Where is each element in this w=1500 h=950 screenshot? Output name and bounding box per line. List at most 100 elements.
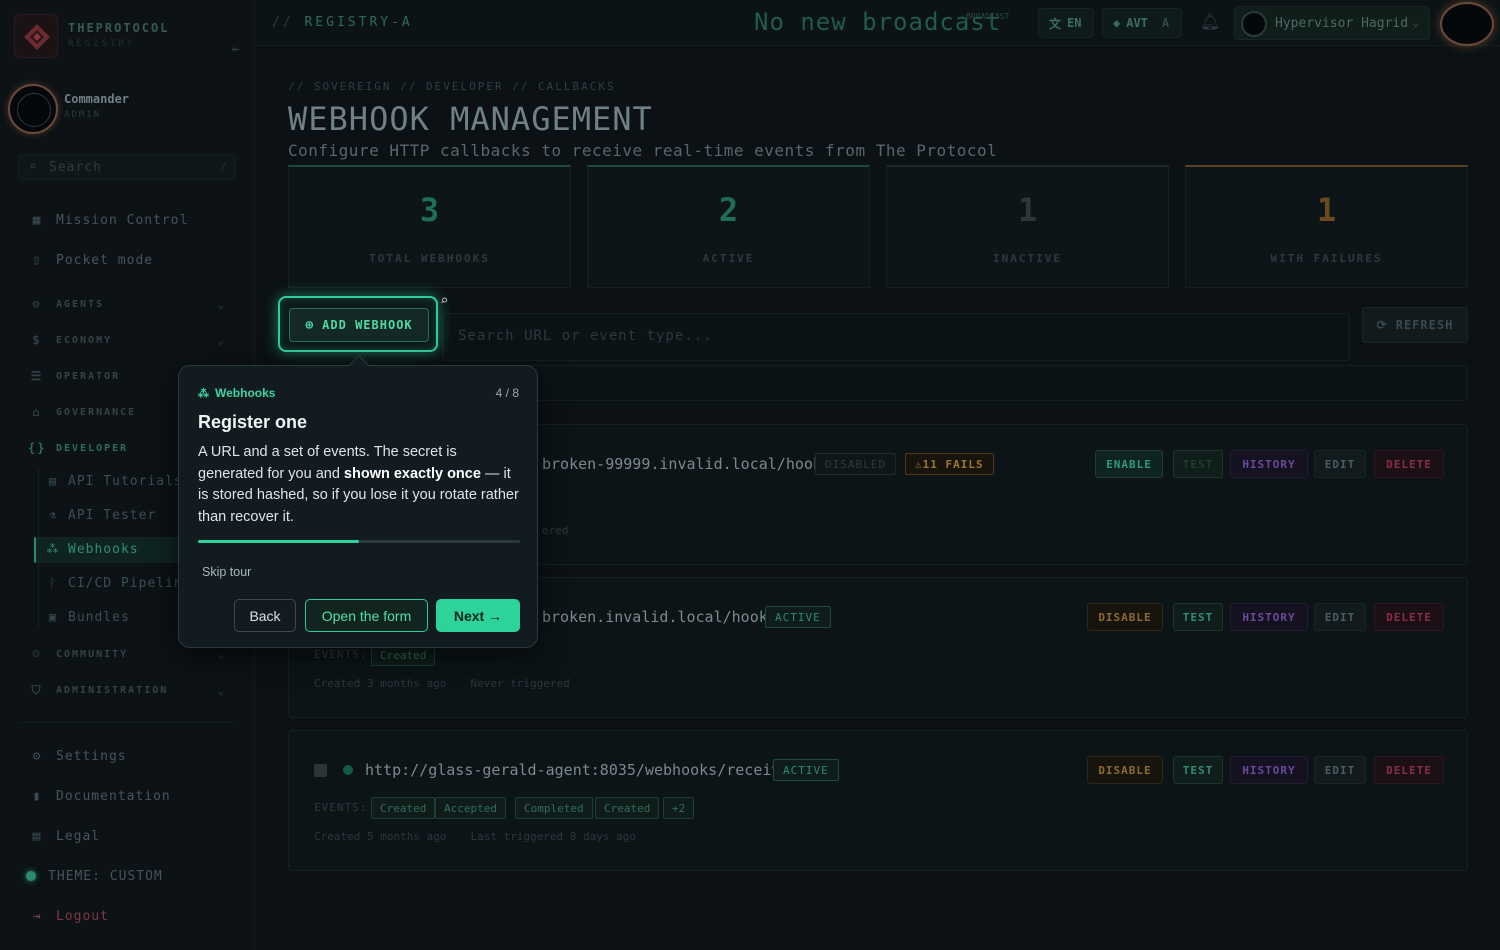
sidebar-item-legal[interactable]: ▤ Legal (28, 826, 100, 846)
sidebar-item-pocket-mode[interactable]: ▯ Pocket mode (28, 250, 153, 270)
operator-menu[interactable]: Hypervisor Hagrid ⌄ (1234, 6, 1430, 40)
plus-circle-icon: ⊕ (305, 317, 315, 333)
sidebar-divider (18, 722, 236, 723)
broadcast-tag: BROADCAST (966, 12, 1010, 21)
sidebar-item-documentation[interactable]: ▮ Documentation (28, 786, 171, 806)
tour-section: ⁂ Webhooks (198, 386, 275, 400)
status-dot-icon (343, 765, 353, 775)
page-title: WEBHOOK MANAGEMENT (288, 100, 653, 138)
status-badge: DISABLED (815, 453, 896, 475)
sidebar-item-bundles[interactable]: ▣ Bundles (46, 607, 130, 627)
bell-icon[interactable]: 🔔︎ (1200, 12, 1220, 31)
breadcrumb: // SOVEREIGN // DEVELOPER // CALLBACKS (288, 80, 616, 93)
sidebar-search-input[interactable]: ⌕ Search / (18, 154, 236, 180)
test-button[interactable]: TEST (1173, 756, 1223, 784)
event-chip: Created (371, 797, 436, 819)
disable-button[interactable]: DISABLE (1087, 756, 1163, 784)
dollar-icon: $ (32, 333, 42, 347)
user-role: ADMIN (64, 110, 102, 120)
refresh-button[interactable]: ⟳ REFRESH (1362, 307, 1468, 343)
status-badge: ACTIVE (773, 759, 839, 781)
brand[interactable]: THEPROTOCOL REGISTRY ⇤ (14, 14, 240, 58)
delete-button[interactable]: DELETE (1374, 450, 1444, 478)
stat-active: 2 ACTIVE (587, 165, 870, 288)
user-card[interactable]: Commander ADMIN (8, 80, 248, 136)
sidebar-item-webhooks[interactable]: ⁂ Webhooks (46, 539, 139, 559)
delete-button[interactable]: DELETE (1374, 756, 1444, 784)
stat-label: WITH FAILURES (1270, 252, 1383, 265)
language-button[interactable]: 文 EN (1038, 8, 1094, 38)
user-name: Commander (64, 92, 130, 106)
sidebar-item-cicd-pipeline[interactable]: ᚹ CI/CD Pipeline (46, 573, 192, 593)
operator-name: Hypervisor Hagrid (1275, 16, 1409, 31)
chevron-down-icon: ⌄ (217, 297, 226, 311)
enable-button[interactable]: ENABLE (1095, 450, 1163, 478)
stat-value: 2 (718, 191, 739, 229)
sidebar-group-agents[interactable]: ⚙ AGENTS ⌄ (28, 296, 226, 312)
webhook-url: http://glass-gerald-agent:8035/webhooks/… (365, 761, 790, 779)
webhook-meta: Created 3 months ago Never triggered (314, 677, 570, 690)
tour-progress-fill (198, 540, 359, 543)
profile-avatar[interactable] (1440, 2, 1494, 46)
book-icon: ▮ (32, 788, 42, 804)
theme-switcher[interactable]: THEME: CUSTOM (26, 866, 163, 886)
status-badge: ACTIVE (765, 606, 831, 628)
edit-button[interactable]: EDIT (1314, 756, 1366, 784)
test-button[interactable]: TEST (1173, 450, 1223, 478)
skip-tour-button[interactable]: Skip tour (202, 565, 251, 579)
refresh-icon: ⟳ (1376, 318, 1388, 332)
sidebar-item-label: Mission Control (56, 212, 189, 228)
disable-button[interactable]: DISABLE (1087, 603, 1163, 631)
phone-icon: ▯ (32, 252, 42, 268)
sidebar-group-administration[interactable]: ⛉ ADMINISTRATION ⌄ (28, 682, 226, 698)
collapse-sidebar-icon[interactable]: ⇤ (232, 42, 240, 57)
tour-back-button[interactable]: Back (234, 599, 296, 632)
filter-bar[interactable] (520, 365, 1468, 401)
tour-open-form-button[interactable]: Open the form (305, 599, 428, 632)
sidebar-group-economy[interactable]: $ ECONOMY ⌄ (28, 332, 226, 348)
broadcast-ticker[interactable]: No new broadcast (754, 8, 1001, 36)
webhook-icon: ⁂ (198, 387, 209, 400)
edit-button[interactable]: EDIT (1314, 603, 1366, 631)
fails-count: 11 FAILS (922, 457, 984, 471)
tour-next-button[interactable]: Next → (436, 599, 520, 632)
package-icon: ▣ (48, 610, 58, 624)
webhook-icon: ⁂ (46, 542, 60, 556)
events-label: EVENTS: (314, 648, 368, 661)
sidebar-item-label: API Tester (68, 507, 157, 523)
webhook-search-input[interactable]: Search URL or event type... (442, 313, 1350, 361)
sidebar-search-placeholder: Search (49, 160, 102, 175)
sidebar-item-logout[interactable]: ⇥ Logout (28, 906, 109, 926)
avt-suffix: A (1161, 16, 1170, 30)
event-chip-more[interactable]: +2 (663, 797, 695, 819)
logout-icon: ⇥ (32, 908, 42, 924)
edit-button[interactable]: EDIT (1314, 450, 1366, 478)
stat-value: 1 (1017, 191, 1038, 229)
registry-label: // REGISTRY-A (272, 15, 413, 30)
avt-label: AVT (1126, 16, 1148, 30)
server-icon: ☰ (30, 369, 44, 383)
history-button[interactable]: HISTORY (1230, 603, 1308, 631)
search-icon: ⌕ (29, 159, 37, 173)
chevron-down-icon: ⌄ (1412, 16, 1419, 29)
sidebar-item-label: Logout (56, 908, 109, 924)
webhook-meta: ered (542, 524, 569, 537)
history-button[interactable]: HISTORY (1230, 756, 1308, 784)
sidebar-item-api-tester[interactable]: ⚗ API Tester (46, 505, 156, 525)
stat-with-failures: 1 WITH FAILURES (1185, 165, 1468, 288)
stat-inactive: 1 INACTIVE (886, 165, 1169, 288)
sidebar-item-api-tutorials[interactable]: ▤ API Tutorials (46, 471, 183, 491)
add-webhook-button[interactable]: ⊕ ADD WEBHOOK (289, 308, 429, 342)
sidebar-group-community[interactable]: ☺ COMMUNITY ⌄ (28, 646, 226, 662)
select-checkbox[interactable] (314, 764, 327, 777)
search-icon: ⌕ (440, 293, 449, 309)
sidebar-item-mission-control[interactable]: ▦ Mission Control (28, 210, 188, 230)
delete-button[interactable]: DELETE (1374, 603, 1444, 631)
avt-balance-button[interactable]: ◆ AVT A (1102, 8, 1182, 38)
sidebar-item-settings[interactable]: ⚙ Settings (28, 746, 127, 766)
history-button[interactable]: HISTORY (1230, 450, 1308, 478)
created-time: Created 3 months ago (314, 677, 447, 690)
test-button[interactable]: TEST (1173, 603, 1223, 631)
tour-popover: ⁂ Webhooks 4 / 8 Register one A URL and a… (178, 355, 538, 648)
translate-icon: 文 (1049, 16, 1062, 31)
